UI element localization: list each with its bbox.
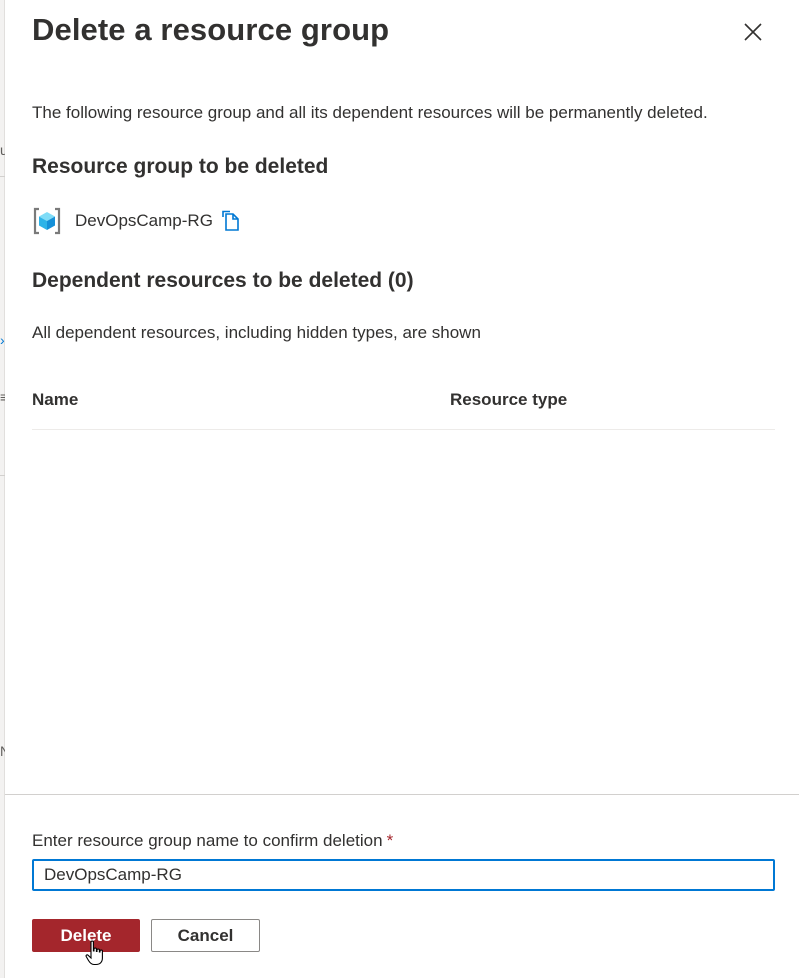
- panel-title: Delete a resource group: [32, 12, 390, 47]
- required-indicator: *: [386, 831, 394, 850]
- confirm-name-input[interactable]: [32, 859, 775, 891]
- copy-icon[interactable]: [220, 210, 240, 232]
- column-header-name: Name: [32, 390, 79, 409]
- confirm-label: Enter resource group name to confirm del…: [32, 831, 393, 851]
- close-icon: [744, 23, 762, 41]
- dependent-resources-note: All dependent resources, including hidde…: [32, 323, 481, 342]
- intro-text: The following resource group and all its…: [32, 103, 708, 122]
- delete-button[interactable]: Delete: [32, 919, 140, 952]
- resource-group-heading: Resource group to be deleted: [32, 155, 329, 178]
- confirm-label-text: Enter resource group name to confirm del…: [32, 831, 383, 850]
- column-header-resource-type: Resource type: [450, 390, 568, 409]
- background-text-fragment: ›: [0, 332, 5, 348]
- close-button[interactable]: [741, 20, 765, 44]
- resource-group-icon: [33, 207, 61, 235]
- cancel-button[interactable]: Cancel: [151, 919, 260, 952]
- resource-group-name: DevOpsCamp-RG: [75, 211, 213, 230]
- dependent-resources-table-header: Name Resource type: [32, 386, 775, 430]
- resource-group-item: DevOpsCamp-RG: [32, 206, 240, 236]
- delete-resource-group-panel: Delete a resource group The following re…: [5, 0, 799, 978]
- footer-divider: [5, 794, 799, 795]
- dependent-resources-heading: Dependent resources to be deleted (0): [32, 269, 414, 292]
